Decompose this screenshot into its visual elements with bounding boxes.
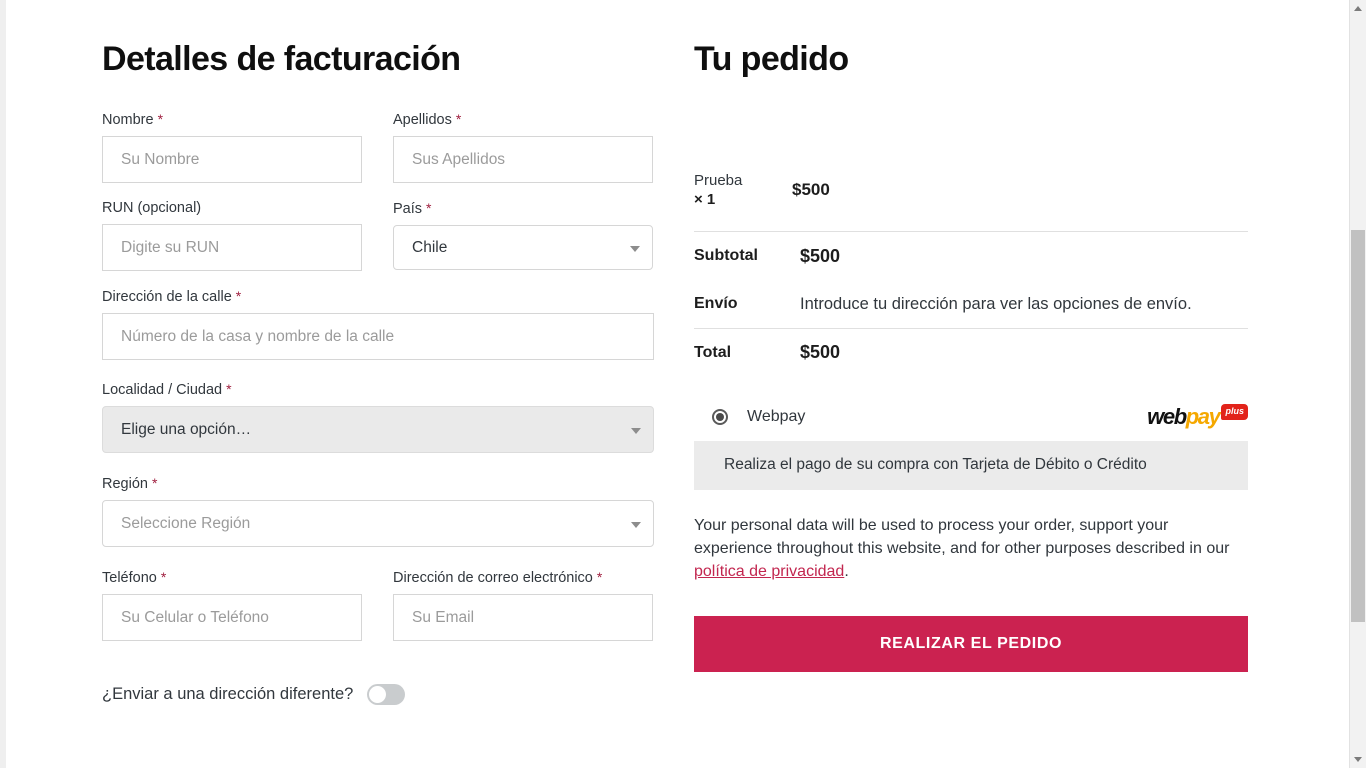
pais-select[interactable]: Chile	[393, 225, 653, 270]
label-telefono: Teléfono *	[102, 569, 167, 586]
region-select-value: Seleccione Región	[121, 514, 251, 532]
vertical-scrollbar[interactable]	[1349, 0, 1366, 768]
required-asterisk: *	[235, 288, 242, 304]
label-run: RUN (opcional)	[102, 200, 202, 216]
field-email: Dirección de correo electrónico *	[393, 568, 653, 641]
required-asterisk: *	[151, 475, 158, 491]
triangle-up-icon	[1354, 6, 1362, 11]
email-input[interactable]	[393, 594, 653, 641]
order-product-name-cell: Prueba × 1	[694, 171, 792, 209]
webpay-logo-icon: web pay plus	[1147, 404, 1248, 430]
page-title: Detalles de facturación	[102, 40, 461, 78]
field-nombre: Nombre *	[102, 110, 362, 183]
order-product-name: Prueba	[694, 172, 743, 189]
nombre-input[interactable]	[102, 136, 362, 183]
scrollbar-thumb[interactable]	[1351, 230, 1365, 622]
webpay-logo-pay: pay	[1185, 404, 1221, 429]
field-localidad: Localidad / Ciudad * Elige una opción…	[102, 380, 654, 453]
checkout-page: Detalles de facturación Nombre * Apellid…	[0, 0, 1366, 768]
webpay-radio[interactable]	[712, 409, 728, 425]
order-column: Tu pedido Prueba × 1 $500 Subtotal $500 …	[694, 0, 1248, 672]
localidad-select-value: Elige una opción…	[121, 420, 252, 438]
run-input[interactable]	[102, 224, 362, 271]
required-asterisk: *	[226, 381, 232, 397]
telefono-input[interactable]	[102, 594, 362, 641]
direccion-input[interactable]	[102, 313, 654, 360]
order-subtotal-row: Subtotal $500	[694, 232, 1248, 280]
order-product-total: $500	[792, 180, 830, 199]
webpay-logo-web: web	[1147, 404, 1187, 429]
region-select[interactable]: Seleccione Región	[102, 500, 654, 547]
chevron-down-icon	[630, 245, 640, 252]
order-shipping-value: Introduce tu dirección para ver las opci…	[800, 294, 1192, 313]
order-table: Prueba × 1 $500 Subtotal $500 Envío Intr…	[694, 171, 1248, 376]
webpay-label: Webpay	[747, 408, 806, 425]
order-product-quantity: × 1	[694, 191, 716, 208]
order-subtotal-value: $500	[800, 245, 841, 266]
payment-method-webpay[interactable]: Webpay web pay plus	[694, 400, 1248, 434]
ship-different-address-toggle[interactable]	[367, 684, 406, 705]
order-shipping-row: Envío Introduce tu dirección para ver la…	[694, 280, 1248, 328]
order-title: Tu pedido	[694, 40, 849, 78]
field-region: Región * Seleccione Región	[102, 474, 654, 547]
billing-column: Detalles de facturación Nombre * Apellid…	[102, 0, 654, 705]
privacy-text-after: .	[844, 563, 849, 580]
field-pais: País * Chile	[393, 199, 653, 271]
field-apellidos: Apellidos *	[393, 110, 653, 183]
label-email: Dirección de correo electrónico *	[393, 569, 603, 586]
field-telefono: Teléfono *	[102, 568, 362, 641]
privacy-text-before: Your personal data will be used to proce…	[694, 517, 1230, 557]
scroll-down-arrow-icon[interactable]	[1350, 751, 1366, 768]
field-direccion: Dirección de la calle *	[102, 287, 654, 360]
required-asterisk: *	[455, 111, 462, 127]
field-run: RUN (opcional)	[102, 199, 362, 271]
ship-different-address-label: ¿Enviar a una dirección diferente?	[102, 685, 354, 703]
label-pais: País *	[393, 200, 432, 217]
apellidos-input[interactable]	[393, 136, 653, 183]
webpay-description: Realiza el pago de su compra con Tarjeta…	[694, 441, 1248, 490]
page-left-edge	[0, 0, 6, 768]
pais-select-value: Chile	[412, 238, 448, 256]
order-total-label: Total	[694, 343, 732, 361]
chevron-down-icon	[631, 521, 641, 528]
label-apellidos: Apellidos *	[393, 111, 462, 128]
triangle-down-icon	[1354, 757, 1362, 762]
order-shipping-label: Envío	[694, 295, 738, 312]
order-total-row: Total $500	[694, 328, 1248, 376]
webpay-logo-plus-badge: plus	[1221, 404, 1248, 420]
form-row-name: Nombre * Apellidos *	[102, 110, 654, 199]
order-review: Prueba × 1 $500 Subtotal $500 Envío Intr…	[694, 171, 1248, 672]
localidad-select[interactable]: Elige una opción…	[102, 406, 654, 453]
required-asterisk: *	[596, 569, 603, 585]
payment-methods: Webpay web pay plus Realiza el pago de s…	[694, 400, 1248, 490]
privacy-notice: Your personal data will be used to proce…	[694, 514, 1234, 583]
label-region: Región *	[102, 475, 158, 492]
form-row-contact: Teléfono * Dirección de correo electróni…	[102, 568, 654, 657]
label-direccion: Dirección de la calle *	[102, 288, 242, 305]
scroll-up-arrow-icon[interactable]	[1350, 0, 1366, 17]
label-localidad: Localidad / Ciudad *	[102, 381, 232, 398]
form-row-run-country: RUN (opcional) País * Chile	[102, 199, 654, 287]
label-nombre: Nombre *	[102, 111, 164, 128]
order-subtotal-label: Subtotal	[694, 247, 758, 264]
required-asterisk: *	[160, 569, 167, 585]
order-product-row: Prueba × 1 $500	[694, 171, 1248, 232]
order-total-value: $500	[800, 342, 841, 362]
radio-selected-dot	[716, 413, 724, 421]
required-asterisk: *	[157, 111, 164, 127]
toggle-knob	[369, 686, 387, 703]
ship-different-address-row: ¿Enviar a una dirección diferente?	[102, 684, 654, 705]
billing-form: Nombre * Apellidos * RUN (opcional)	[102, 110, 654, 705]
required-asterisk: *	[426, 200, 432, 216]
place-order-button[interactable]: REALIZAR EL PEDIDO	[694, 616, 1248, 672]
chevron-down-icon	[631, 427, 641, 434]
privacy-policy-link[interactable]: política de privacidad	[694, 563, 844, 580]
